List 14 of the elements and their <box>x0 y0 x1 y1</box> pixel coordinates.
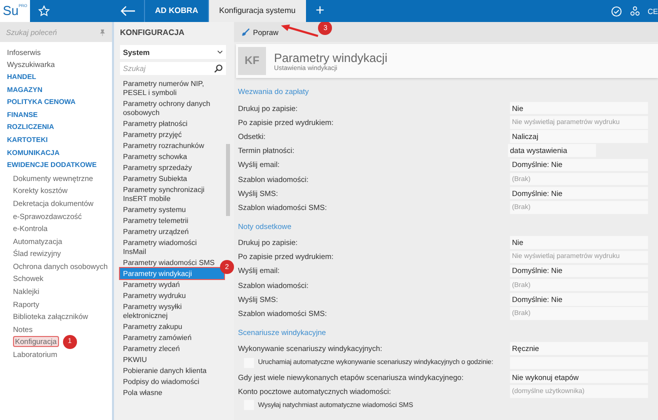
page-title: Parametry windykacji <box>274 50 388 64</box>
initials-tile: KF <box>238 47 266 75</box>
brush-icon <box>242 28 250 36</box>
search-icon[interactable] <box>214 64 223 73</box>
back-arrow-icon[interactable] <box>120 5 136 17</box>
scrollbar[interactable] <box>226 144 230 216</box>
annotation-arrow <box>280 24 320 38</box>
tab[interactable]: Konfiguracja systemu <box>208 0 306 22</box>
users-icon[interactable] <box>630 6 640 16</box>
star-icon[interactable] <box>38 5 50 17</box>
panel-title: KONFIGURACJA <box>120 27 186 39</box>
new-tab-button[interactable]: + <box>306 0 334 22</box>
check-circle-icon[interactable] <box>610 6 622 16</box>
chevron-down-icon <box>217 50 223 54</box>
